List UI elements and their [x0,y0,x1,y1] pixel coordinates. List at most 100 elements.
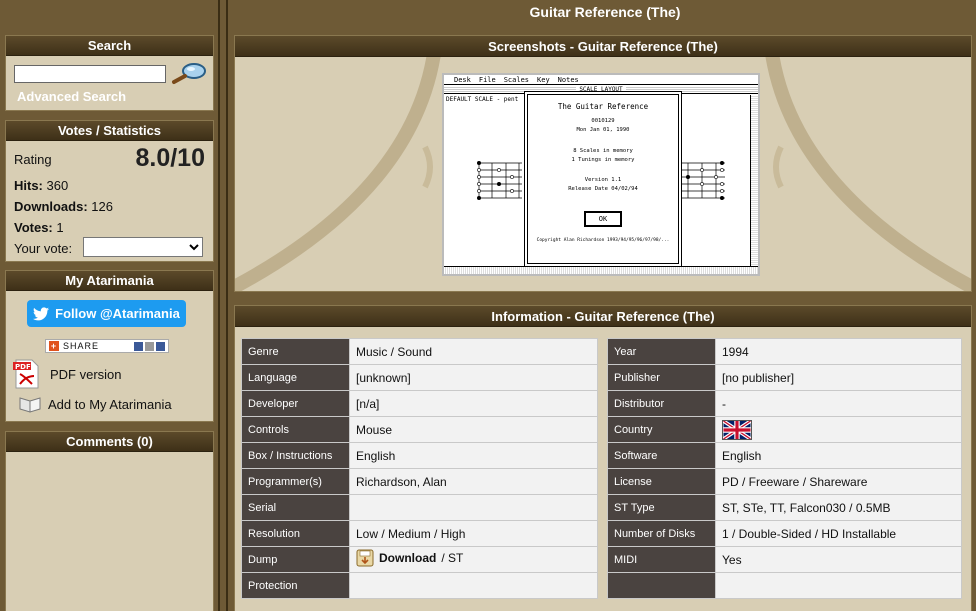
info-value [349,572,598,599]
st-dialog-title: The Guitar Reference [557,102,649,111]
info-value: Low / Medium / High [349,520,598,547]
book-icon [19,397,41,413]
votes-stat: Votes: 1 [14,220,64,235]
game-screenshot[interactable]: Desk File Scales Key Notes SCALE LAYOUT … [442,73,760,276]
table-row: Year 1994 [607,338,962,365]
info-value: English [715,442,962,469]
info-value: 1 / Double-Sided / HD Installable [715,520,962,547]
pdf-version-link[interactable]: PDF PDF version [10,358,122,390]
main-content: Guitar Reference (The) Screenshots - Gui… [226,0,976,611]
table-row: Resolution Low / Medium / High [241,520,598,547]
delicious-icon [134,341,143,351]
info-key: Software [607,442,716,469]
my-atarimania-heading: My Atarimania [6,271,213,291]
info-key: Programmer(s) [241,468,350,495]
hits-label: Hits: [14,178,43,193]
share-service-icons [134,341,168,351]
info-value: Mouse [349,416,598,443]
screenshots-heading: Screenshots - Guitar Reference (The) [235,36,971,57]
st-menu-bar: Desk File Scales Key Notes [444,75,758,85]
rating-label: Rating [14,152,52,167]
table-row: Country [607,416,962,443]
info-value [349,494,598,521]
info-key: Distributor [607,390,716,417]
info-table-left: Genre Music / Sound Language [unknown] Dev… [241,338,598,599]
info-key: Controls [241,416,350,443]
info-value: Richardson, Alan [349,468,598,495]
your-vote-select[interactable] [83,237,203,257]
disk-download-icon [356,549,374,567]
info-key: Year [607,338,716,365]
info-table-right: Year 1994 Publisher [no publisher] Distrib… [607,338,962,599]
info-value [715,572,962,599]
table-row [607,572,962,599]
magnifier-icon [172,63,206,84]
st-menu-key: Key [537,76,550,84]
table-row: Software English [607,442,962,469]
st-vscrollbar[interactable] [750,95,758,266]
my-atarimania-panel: My Atarimania Follow @Atarimania + SHARE… [5,270,214,422]
st-dialog-copyright: Copyright Alan Richardson 1993/94/95/96/… [536,238,670,243]
info-value: [no publisher] [715,364,962,391]
info-key: Dump [241,546,350,573]
table-row: Programmer(s) Richardson, Alan [241,468,598,495]
st-scale-text: DEFAULT SCALE - pent [446,96,519,103]
follow-twitter-button[interactable]: Follow @Atarimania [27,300,186,327]
comments-heading: Comments (0) [6,432,213,452]
page-title: Guitar Reference (The) [529,4,681,20]
dump-download-link[interactable]: Download [379,551,436,565]
information-heading: Information - Guitar Reference (The) [235,306,971,327]
search-button[interactable] [170,61,208,85]
st-about-dialog: The Guitar Reference 0010129 Mon Jan 01,… [527,94,679,264]
votes-value: 1 [56,220,64,235]
info-key: Protection [241,572,350,599]
st-window-title: SCALE LAYOUT [576,86,626,93]
advanced-search-link[interactable]: Advanced Search [17,89,126,104]
your-vote-label: Your vote: [14,241,73,256]
st-hscrollbar[interactable] [444,266,758,274]
follow-label: Follow @Atarimania [55,306,180,321]
info-value: Yes [715,546,962,573]
table-row: Protection [241,572,598,599]
hits-stat: Hits: 360 [14,178,68,193]
info-value: - [715,390,962,417]
info-key: License [607,468,716,495]
add-label: Add to My Atarimania [48,396,172,412]
table-row: Serial [241,494,598,521]
downloads-value: 126 [91,199,113,214]
table-row: License PD / Freeware / Shareware [607,468,962,495]
search-heading: Search [6,36,213,56]
votes-heading: Votes / Statistics [6,121,213,141]
table-row: ST Type ST, STe, TT, Falcon030 / 0.5MB [607,494,962,521]
left-sidebar: Search Advanced Search Votes / Statistic… [0,0,220,611]
digg-icon [145,341,154,351]
pdf-icon: PDF [13,359,39,389]
info-value: 1994 [715,338,962,365]
info-key: Resolution [241,520,350,547]
screenshots-panel: Screenshots - Guitar Reference (The) Des… [234,35,972,292]
svg-text:PDF: PDF [15,363,31,371]
fretboard-left [477,161,522,200]
info-key: Genre [241,338,350,365]
info-key: Publisher [607,364,716,391]
info-value: Music / Sound [349,338,598,365]
twitter-bird-icon [33,306,50,320]
info-key: Language [241,364,350,391]
votes-label: Votes: [14,220,53,235]
st-menu-desk: Desk [454,76,471,84]
share-button[interactable]: + SHARE [45,339,169,353]
table-row: Language [unknown] [241,364,598,391]
table-row: Box / Instructions English [241,442,598,469]
st-menu-scales: Scales [503,76,530,84]
votes-panel: Votes / Statistics Rating 8.0/10 Hits: 3… [5,120,214,262]
information-panel: Information - Guitar Reference (The) Gen… [234,305,972,611]
info-value: PD / Freeware / Shareware [715,468,962,495]
country-cell [715,416,962,443]
st-dialog-release: Release Date 04/02/94 [568,186,638,192]
downloads-stat: Downloads: 126 [14,199,113,214]
info-key: ST Type [607,494,716,521]
search-input[interactable] [14,65,166,83]
info-key: Box / Instructions [241,442,350,469]
add-to-my-atarimania-link[interactable]: Add to My Atarimania [18,394,172,414]
st-window-titlebar: SCALE LAYOUT [444,86,758,94]
